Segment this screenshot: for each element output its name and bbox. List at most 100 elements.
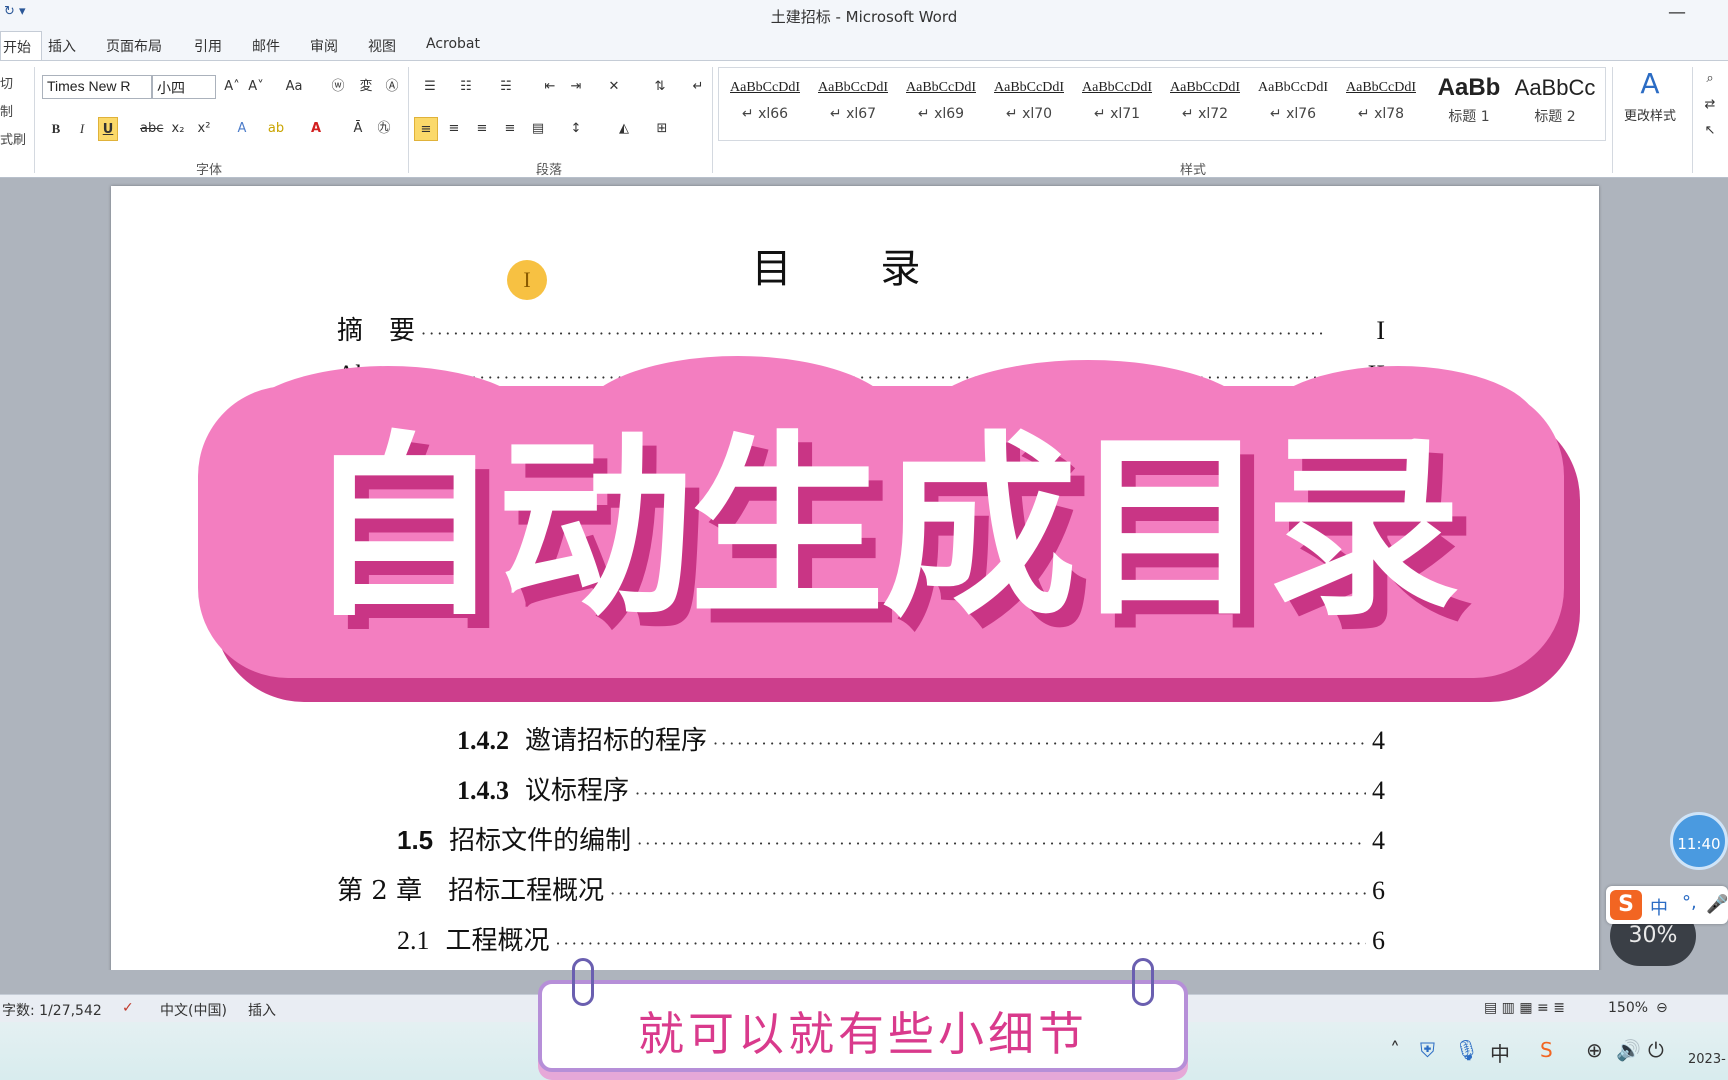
volume-icon[interactable]: 🔊 <box>1616 1038 1641 1062</box>
tab-mailings[interactable]: 邮件 <box>252 36 280 56</box>
select-icon[interactable]: ↖ <box>1700 119 1720 143</box>
style-item[interactable]: AaBbCcDdI ↵ xl72 <box>1163 74 1247 136</box>
ime-toolbar[interactable]: S 中 °, 🎤 <box>1606 886 1728 924</box>
style-preview: AaBbCcDdI <box>1258 80 1328 95</box>
font-color-icon[interactable]: A <box>306 117 326 141</box>
toc-entry-number: 1.4.3 <box>457 776 509 805</box>
style-item[interactable]: AaBbCcDdI ↵ xl71 <box>1075 74 1159 136</box>
ime-chinese-mode[interactable]: 中 <box>1650 894 1668 920</box>
grow-font-button[interactable]: A˄ <box>222 75 242 99</box>
toc-entry[interactable]: 1.5 招标文件的编制 ····························… <box>397 820 1385 856</box>
tray-expand-icon[interactable]: ˄ <box>1390 1038 1400 1062</box>
change-case-button[interactable]: Aa <box>284 75 304 99</box>
style-item-heading-1[interactable]: AaBb 标题 1 <box>1427 74 1511 136</box>
change-styles-icon[interactable]: A <box>1640 67 1660 100</box>
security-shield-icon[interactable]: ⛨ <box>1420 1038 1435 1062</box>
toc-title: 目 录 <box>751 246 959 292</box>
enclose-characters-icon[interactable]: ㊈ <box>374 117 394 141</box>
toc-entry-number: 2.1 <box>397 926 430 955</box>
align-center-icon[interactable]: ≡ <box>444 117 464 141</box>
sort-icon[interactable]: ⇅ <box>650 75 670 99</box>
align-right-icon[interactable]: ≡ <box>472 117 492 141</box>
word-count[interactable]: 字数: 1/27,542 <box>2 1000 102 1020</box>
bold-button[interactable]: B <box>46 117 66 141</box>
group-separator <box>1692 67 1693 173</box>
show-marks-icon[interactable]: ↵ <box>688 75 708 99</box>
minimize-button[interactable]: — <box>1668 2 1686 23</box>
style-item[interactable]: AaBbCcDdI ↵ xl67 <box>811 74 895 136</box>
zoom-level[interactable]: 150% <box>1608 1000 1648 1016</box>
tab-acrobat[interactable]: Acrobat <box>426 36 480 52</box>
find-icon[interactable]: ⌕ <box>1700 67 1720 91</box>
underline-button[interactable]: U <box>98 117 118 141</box>
change-styles-button[interactable]: 更改样式 <box>1624 105 1676 129</box>
tab-home[interactable]: 开始 <box>0 31 42 61</box>
replace-icon[interactable]: ⇄ <box>1700 93 1720 117</box>
ime-punctuation[interactable]: °, <box>1682 892 1697 913</box>
borders-icon[interactable]: ⊞ <box>652 117 672 141</box>
character-shading-icon[interactable]: Ⓐ <box>382 75 402 99</box>
ime-mode-icon[interactable]: 中 <box>1490 1038 1510 1067</box>
style-item[interactable]: AaBbCcDdI ↵ xl76 <box>1251 74 1335 136</box>
chinese-layout-icon[interactable]: ✕ <box>604 75 624 99</box>
multilevel-list-icon[interactable]: ☵ <box>496 75 516 99</box>
microphone-icon[interactable]: 🎙 <box>1454 1038 1479 1062</box>
superscript-button[interactable]: x² <box>194 117 214 141</box>
proofing-icon[interactable]: ✓ <box>122 1000 134 1016</box>
shrink-font-button[interactable]: A˅ <box>246 75 266 99</box>
distributed-icon[interactable]: ▤ <box>528 117 548 141</box>
toc-page-number: 4 <box>1372 776 1385 805</box>
ime-mic-icon[interactable]: 🎤 <box>1706 894 1728 915</box>
character-border-icon[interactable]: 変 <box>356 75 376 99</box>
style-name: ↵ xl71 <box>1093 106 1141 122</box>
insert-mode-indicator[interactable]: 插入 <box>248 1000 276 1020</box>
sogou-tray-icon[interactable]: S <box>1540 1038 1553 1062</box>
phonetic-guide-icon[interactable]: ⓦ <box>328 75 348 99</box>
copy-button[interactable]: 制 <box>0 101 13 120</box>
network-icon[interactable]: ⊕ <box>1586 1038 1603 1062</box>
style-item[interactable]: AaBbCcDdI ↵ xl78 <box>1339 74 1423 136</box>
font-name-select[interactable]: Times New R <box>42 75 152 99</box>
tab-page-layout[interactable]: 页面布局 <box>106 36 162 56</box>
style-item[interactable]: AaBbCcDdI ↵ xl70 <box>987 74 1071 136</box>
toc-entry[interactable]: 2.1 工程概况 ·······························… <box>397 920 1385 956</box>
toc-entry[interactable]: 1.4.3 议标程序 ·····························… <box>457 770 1385 806</box>
language-indicator[interactable]: 中文(中国) <box>160 1000 227 1020</box>
zoom-out-icon[interactable]: ⊖ <box>1656 1000 1668 1016</box>
toc-entry[interactable]: 1.4.2 邀请招标的程序 ··························… <box>457 720 1385 756</box>
style-item[interactable]: AaBbCcDdI ↵ xl69 <box>899 74 983 136</box>
format-painter-button[interactable]: 式刷 <box>0 129 26 148</box>
sogou-logo-icon[interactable]: S <box>1610 890 1642 920</box>
line-spacing-icon[interactable]: ↕ <box>566 117 586 141</box>
tab-view[interactable]: 视图 <box>368 36 396 56</box>
power-icon[interactable]: ⏻ <box>1648 1038 1664 1062</box>
taskbar-date[interactable]: 2023- <box>1688 1052 1726 1067</box>
toc-leader: ········································… <box>635 784 1366 803</box>
shading-icon[interactable]: ◭ <box>614 117 634 141</box>
style-item[interactable]: AaBbCcDdI ↵ xl66 <box>723 74 807 136</box>
style-item-heading-2[interactable]: AaBbCc 标题 2 <box>1513 74 1597 136</box>
floating-clock[interactable]: 11:40 <box>1670 812 1728 870</box>
character-shading-icon[interactable]: Ā <box>348 117 368 141</box>
increase-indent-icon[interactable]: ⇥ <box>566 75 586 99</box>
subscript-button[interactable]: x₂ <box>168 117 188 141</box>
decrease-indent-icon[interactable]: ⇤ <box>540 75 560 99</box>
text-effects-icon[interactable]: A <box>232 117 252 141</box>
font-size-select[interactable]: 小四 <box>152 75 216 99</box>
toc-entry[interactable]: 第 2 章 招标工程概况 ···························… <box>337 870 1385 906</box>
cut-button[interactable]: 切 <box>0 73 13 92</box>
numbering-icon[interactable]: ☷ <box>456 75 476 99</box>
tab-review[interactable]: 审阅 <box>310 36 338 56</box>
justify-icon[interactable]: ≡ <box>500 117 520 141</box>
strikethrough-button[interactable]: abc <box>140 117 163 141</box>
align-left-icon[interactable]: ≡ <box>414 117 438 141</box>
toc-entry[interactable]: 摘 要 ····································… <box>337 310 1385 346</box>
tab-insert[interactable]: 插入 <box>48 36 76 56</box>
tab-references[interactable]: 引用 <box>194 36 222 56</box>
view-buttons-icon[interactable]: ▤ ▥ ▦ ≡ ≣ <box>1484 1000 1565 1016</box>
toc-leader: ········································… <box>555 934 1366 953</box>
style-name: 标题 2 <box>1534 109 1576 125</box>
highlight-color-icon[interactable]: ab <box>266 117 286 141</box>
bullets-icon[interactable]: ☰ <box>420 75 440 99</box>
italic-button[interactable]: I <box>72 117 92 141</box>
